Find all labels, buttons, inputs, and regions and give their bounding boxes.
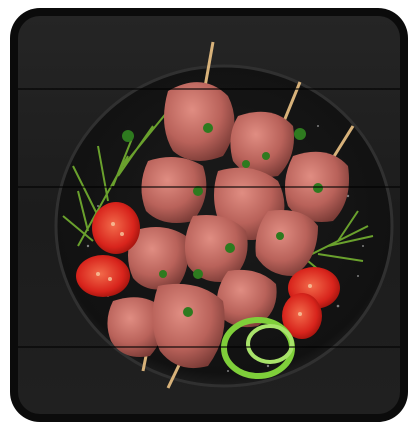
rounded-card-border	[10, 8, 408, 422]
food-photo	[18, 16, 400, 414]
plank-line	[18, 186, 400, 188]
plank-line	[18, 346, 400, 348]
plank-line	[18, 88, 400, 90]
kebab-plate-illustration	[54, 41, 394, 389]
image-frame	[0, 0, 416, 429]
